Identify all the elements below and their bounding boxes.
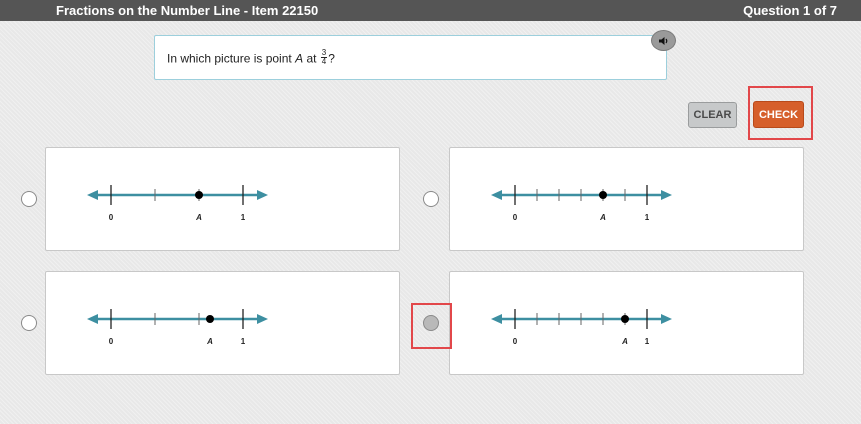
fraction-denominator: 4 (321, 57, 327, 66)
option-2-card[interactable]: 0 1 A (449, 147, 804, 251)
point-a-label: A (195, 213, 202, 222)
right-arrow-icon (661, 190, 672, 200)
activity-title: Fractions on the Number Line - Item 2215… (56, 3, 319, 18)
label-zero: 0 (513, 213, 518, 222)
number-line: 0 1 A (491, 309, 672, 346)
label-one: 1 (645, 337, 650, 346)
question-point-name: A (295, 51, 304, 66)
question-text-before: In which picture is point (167, 51, 292, 66)
audio-button[interactable] (651, 30, 676, 51)
option-4-radio[interactable] (423, 315, 439, 331)
point-a-marker (620, 315, 629, 323)
point-a-label: A (599, 213, 606, 222)
option-3-radio[interactable] (21, 315, 37, 331)
right-arrow-icon (257, 314, 268, 324)
left-arrow-icon (491, 190, 502, 200)
label-zero: 0 (109, 337, 114, 346)
left-arrow-icon (87, 314, 98, 324)
point-a-marker (195, 191, 204, 199)
label-zero: 0 (513, 337, 518, 346)
right-arrow-icon (661, 314, 672, 324)
label-one: 1 (241, 213, 246, 222)
number-line: 0 1 A (87, 185, 268, 222)
option-4-card[interactable]: 0 1 A (449, 271, 804, 375)
label-one: 1 (645, 213, 650, 222)
check-button[interactable]: CHECK (753, 101, 804, 128)
option-2-radio[interactable] (423, 191, 439, 207)
point-a-marker (206, 315, 214, 323)
number-line: 0 1 A (491, 185, 672, 222)
right-arrow-icon (257, 190, 268, 200)
question-text-at: at (306, 51, 317, 66)
speaker-icon (658, 36, 667, 45)
option-3-card[interactable]: 0 1 A (45, 271, 400, 375)
point-a-label: A (621, 337, 628, 346)
question-mark: ? (328, 51, 335, 66)
point-a-label: A (206, 337, 213, 346)
question-prompt: In which picture is point A at 3 4? (154, 35, 667, 80)
title-bar: Fractions on the Number Line - Item 2215… (0, 0, 861, 21)
clear-button[interactable]: CLEAR (688, 102, 737, 128)
question-text: In which picture is point A at 3 4? (167, 49, 335, 68)
option-1-card[interactable]: 0 1 A (45, 147, 400, 251)
label-zero: 0 (109, 213, 114, 222)
left-arrow-icon (491, 314, 502, 324)
point-a-marker (599, 191, 608, 199)
left-arrow-icon (87, 190, 98, 200)
option-1-radio[interactable] (21, 191, 37, 207)
question-fraction: 34 (320, 49, 328, 66)
question-counter: Question 1 of 7 (743, 3, 837, 18)
number-line: 0 1 A (87, 309, 268, 346)
label-one: 1 (241, 337, 246, 346)
